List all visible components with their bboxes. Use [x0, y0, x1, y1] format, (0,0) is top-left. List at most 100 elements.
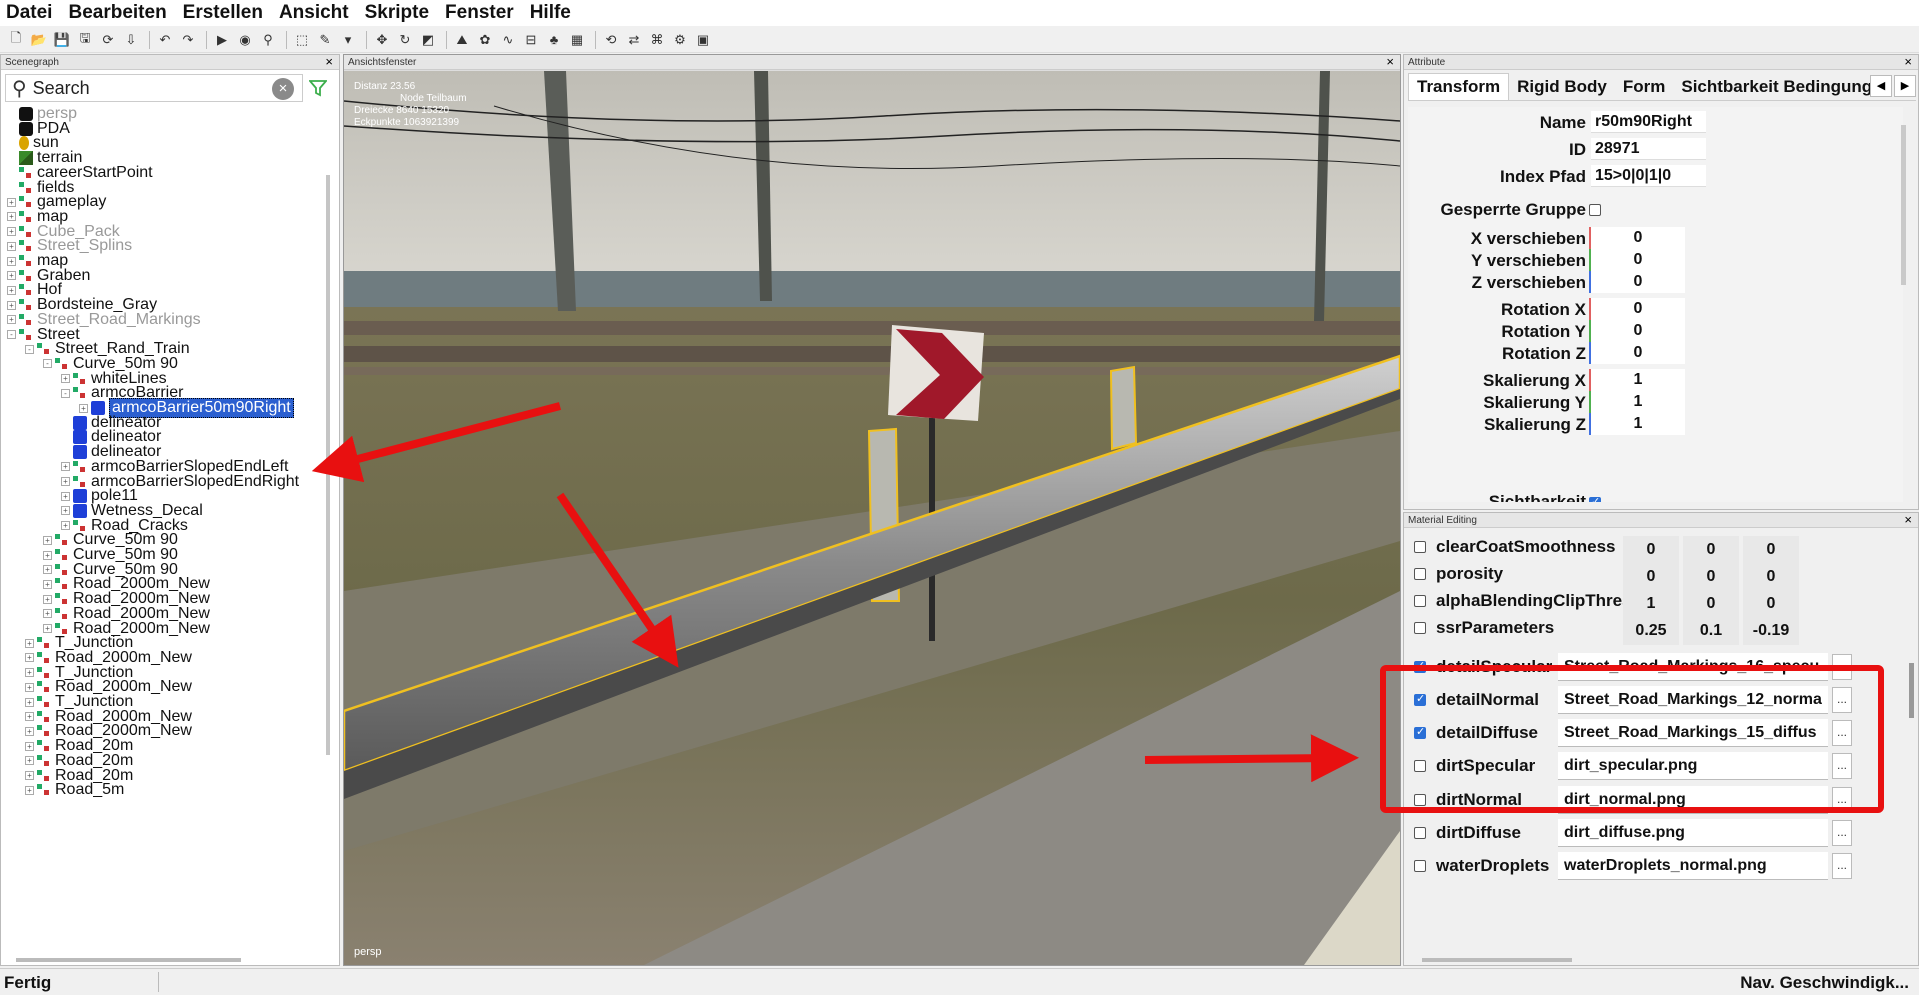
paint-icon[interactable]: ✎	[315, 30, 335, 50]
close-icon[interactable]: ×	[1386, 55, 1394, 69]
redo-icon[interactable]: ↷	[178, 30, 198, 50]
browse-button[interactable]: ...	[1832, 720, 1852, 746]
collapse-icon[interactable]: -	[7, 330, 16, 339]
texture-file-field[interactable]: dirt_diffuse.png	[1558, 819, 1828, 847]
transform-value-field[interactable]: 0	[1589, 271, 1685, 293]
scrollbar-vertical[interactable]	[1901, 125, 1906, 285]
collapse-icon[interactable]: -	[61, 388, 70, 398]
property-checkbox[interactable]	[1414, 541, 1426, 553]
terrain-tool-icon[interactable]: ⛰	[452, 30, 472, 50]
menu-fenster[interactable]: Fenster	[445, 0, 514, 26]
property-checkbox[interactable]	[1414, 622, 1426, 634]
expand-icon[interactable]: +	[25, 697, 34, 707]
network-icon[interactable]: ⌘	[647, 30, 667, 50]
settings-icon[interactable]: ⚙	[670, 30, 690, 50]
property-value-field[interactable]: -0.19	[1743, 617, 1799, 645]
texture-checkbox[interactable]	[1414, 725, 1426, 739]
expand-icon[interactable]: +	[25, 756, 34, 766]
browse-button[interactable]: ...	[1832, 787, 1852, 813]
expand-icon[interactable]: +	[43, 624, 52, 633]
eye-icon[interactable]: ◉	[235, 30, 255, 50]
expand-icon[interactable]: +	[25, 726, 34, 736]
tab-transform[interactable]: Transform	[1408, 73, 1510, 100]
scrollbar-vertical[interactable]	[1909, 663, 1914, 718]
menu-datei[interactable]: Datei	[6, 0, 52, 26]
transform-value-field[interactable]: 0	[1589, 249, 1685, 271]
property-checkbox[interactable]	[1414, 595, 1426, 607]
expand-icon[interactable]: +	[43, 535, 52, 545]
clear-icon[interactable]: ×	[272, 78, 294, 100]
dropdown-icon[interactable]: ▾	[338, 30, 358, 50]
expand-icon[interactable]: +	[7, 212, 16, 222]
filter-icon[interactable]	[308, 79, 328, 103]
browse-button[interactable]: ...	[1832, 753, 1852, 779]
expand-icon[interactable]: +	[7, 227, 16, 237]
sync-icon[interactable]: ⇄	[624, 30, 644, 50]
play-icon[interactable]: ▶	[212, 30, 232, 50]
scale-icon[interactable]: ◩	[418, 30, 438, 50]
expand-icon[interactable]: +	[61, 506, 70, 516]
close-icon[interactable]: ×	[325, 55, 333, 69]
index-path-field[interactable]: 15>0|0|1|0	[1591, 165, 1706, 187]
transform-value-field[interactable]: 0	[1589, 320, 1685, 342]
tab-form[interactable]: Form	[1615, 74, 1674, 100]
texture-checkbox[interactable]	[1414, 760, 1426, 772]
texture-file-field[interactable]: Street_Road_Markings_16_specu	[1558, 653, 1828, 681]
browse-button[interactable]: ...	[1832, 687, 1852, 713]
reload-icon[interactable]: ⟲	[601, 30, 621, 50]
3d-view[interactable]: Distanz 23.56 Node Teilbaum Dreiecke 864…	[344, 71, 1400, 965]
property-checkbox[interactable]	[1414, 568, 1426, 580]
texture-file-field[interactable]: Street_Road_Markings_15_diffus	[1558, 719, 1828, 747]
transform-value-field[interactable]: 1	[1589, 391, 1685, 413]
texture-checkbox[interactable]	[1414, 692, 1426, 706]
open-icon[interactable]: 📂	[29, 30, 49, 50]
texture-file-field[interactable]: waterDroplets_normal.png	[1558, 852, 1828, 880]
close-icon[interactable]: ×	[1904, 55, 1912, 69]
expand-icon[interactable]: +	[7, 300, 16, 310]
scrollbar-vertical[interactable]	[326, 175, 330, 755]
expand-icon[interactable]: +	[25, 668, 34, 678]
browse-button[interactable]: ...	[1832, 820, 1852, 846]
expand-icon[interactable]: +	[7, 315, 16, 325]
expand-icon[interactable]: +	[61, 462, 70, 472]
expand-icon[interactable]: +	[25, 771, 34, 780]
expand-icon[interactable]: +	[25, 653, 34, 663]
collapse-icon[interactable]: -	[25, 344, 34, 354]
expand-icon[interactable]: +	[7, 285, 16, 295]
property-value-field[interactable]: 0.1	[1683, 617, 1739, 645]
refresh-icon[interactable]: ⟳	[98, 30, 118, 50]
transform-value-field[interactable]: 1	[1589, 413, 1685, 435]
property-value-field[interactable]: 0.25	[1623, 617, 1679, 645]
menu-bearbeiten[interactable]: Bearbeiten	[68, 0, 166, 26]
move-icon[interactable]: ✥	[372, 30, 392, 50]
expand-icon[interactable]: +	[43, 565, 52, 575]
name-field[interactable]: r50m90Right	[1591, 111, 1706, 133]
menu-erstellen[interactable]: Erstellen	[183, 0, 263, 26]
new-icon[interactable]: 🗋	[6, 30, 26, 50]
save-icon[interactable]: 💾	[52, 30, 72, 50]
spline-tool-icon[interactable]: ∿	[498, 30, 518, 50]
transform-value-field[interactable]: 0	[1589, 227, 1685, 249]
texture-file-field[interactable]: dirt_normal.png	[1558, 786, 1828, 814]
expand-icon[interactable]: +	[25, 785, 34, 795]
expand-icon[interactable]: +	[25, 682, 34, 692]
scrollbar-horizontal[interactable]	[16, 958, 241, 962]
tree-tool-icon[interactable]: ♣	[544, 30, 564, 50]
transform-value-field[interactable]: 0	[1589, 342, 1685, 364]
expand-icon[interactable]: +	[79, 403, 88, 413]
texture-checkbox[interactable]	[1414, 827, 1426, 839]
texture-checkbox[interactable]	[1414, 659, 1426, 673]
save-as-icon[interactable]: 🖫	[75, 30, 95, 50]
locked-group-checkbox[interactable]	[1589, 204, 1601, 216]
expand-icon[interactable]: +	[61, 521, 70, 531]
menu-skripte[interactable]: Skripte	[365, 0, 429, 26]
expand-icon[interactable]: +	[7, 197, 16, 207]
tab-sichtbarkeit-bedingung[interactable]: Sichtbarkeit Bedingung	[1673, 74, 1880, 100]
import-icon[interactable]: ⇩	[121, 30, 141, 50]
transform-value-field[interactable]: 0	[1589, 298, 1685, 320]
id-field[interactable]: 28971	[1591, 138, 1706, 160]
expand-icon[interactable]: +	[7, 241, 16, 251]
expand-icon[interactable]: +	[25, 712, 34, 722]
select-icon[interactable]: ⬚	[292, 30, 312, 50]
expand-icon[interactable]: +	[61, 491, 70, 501]
